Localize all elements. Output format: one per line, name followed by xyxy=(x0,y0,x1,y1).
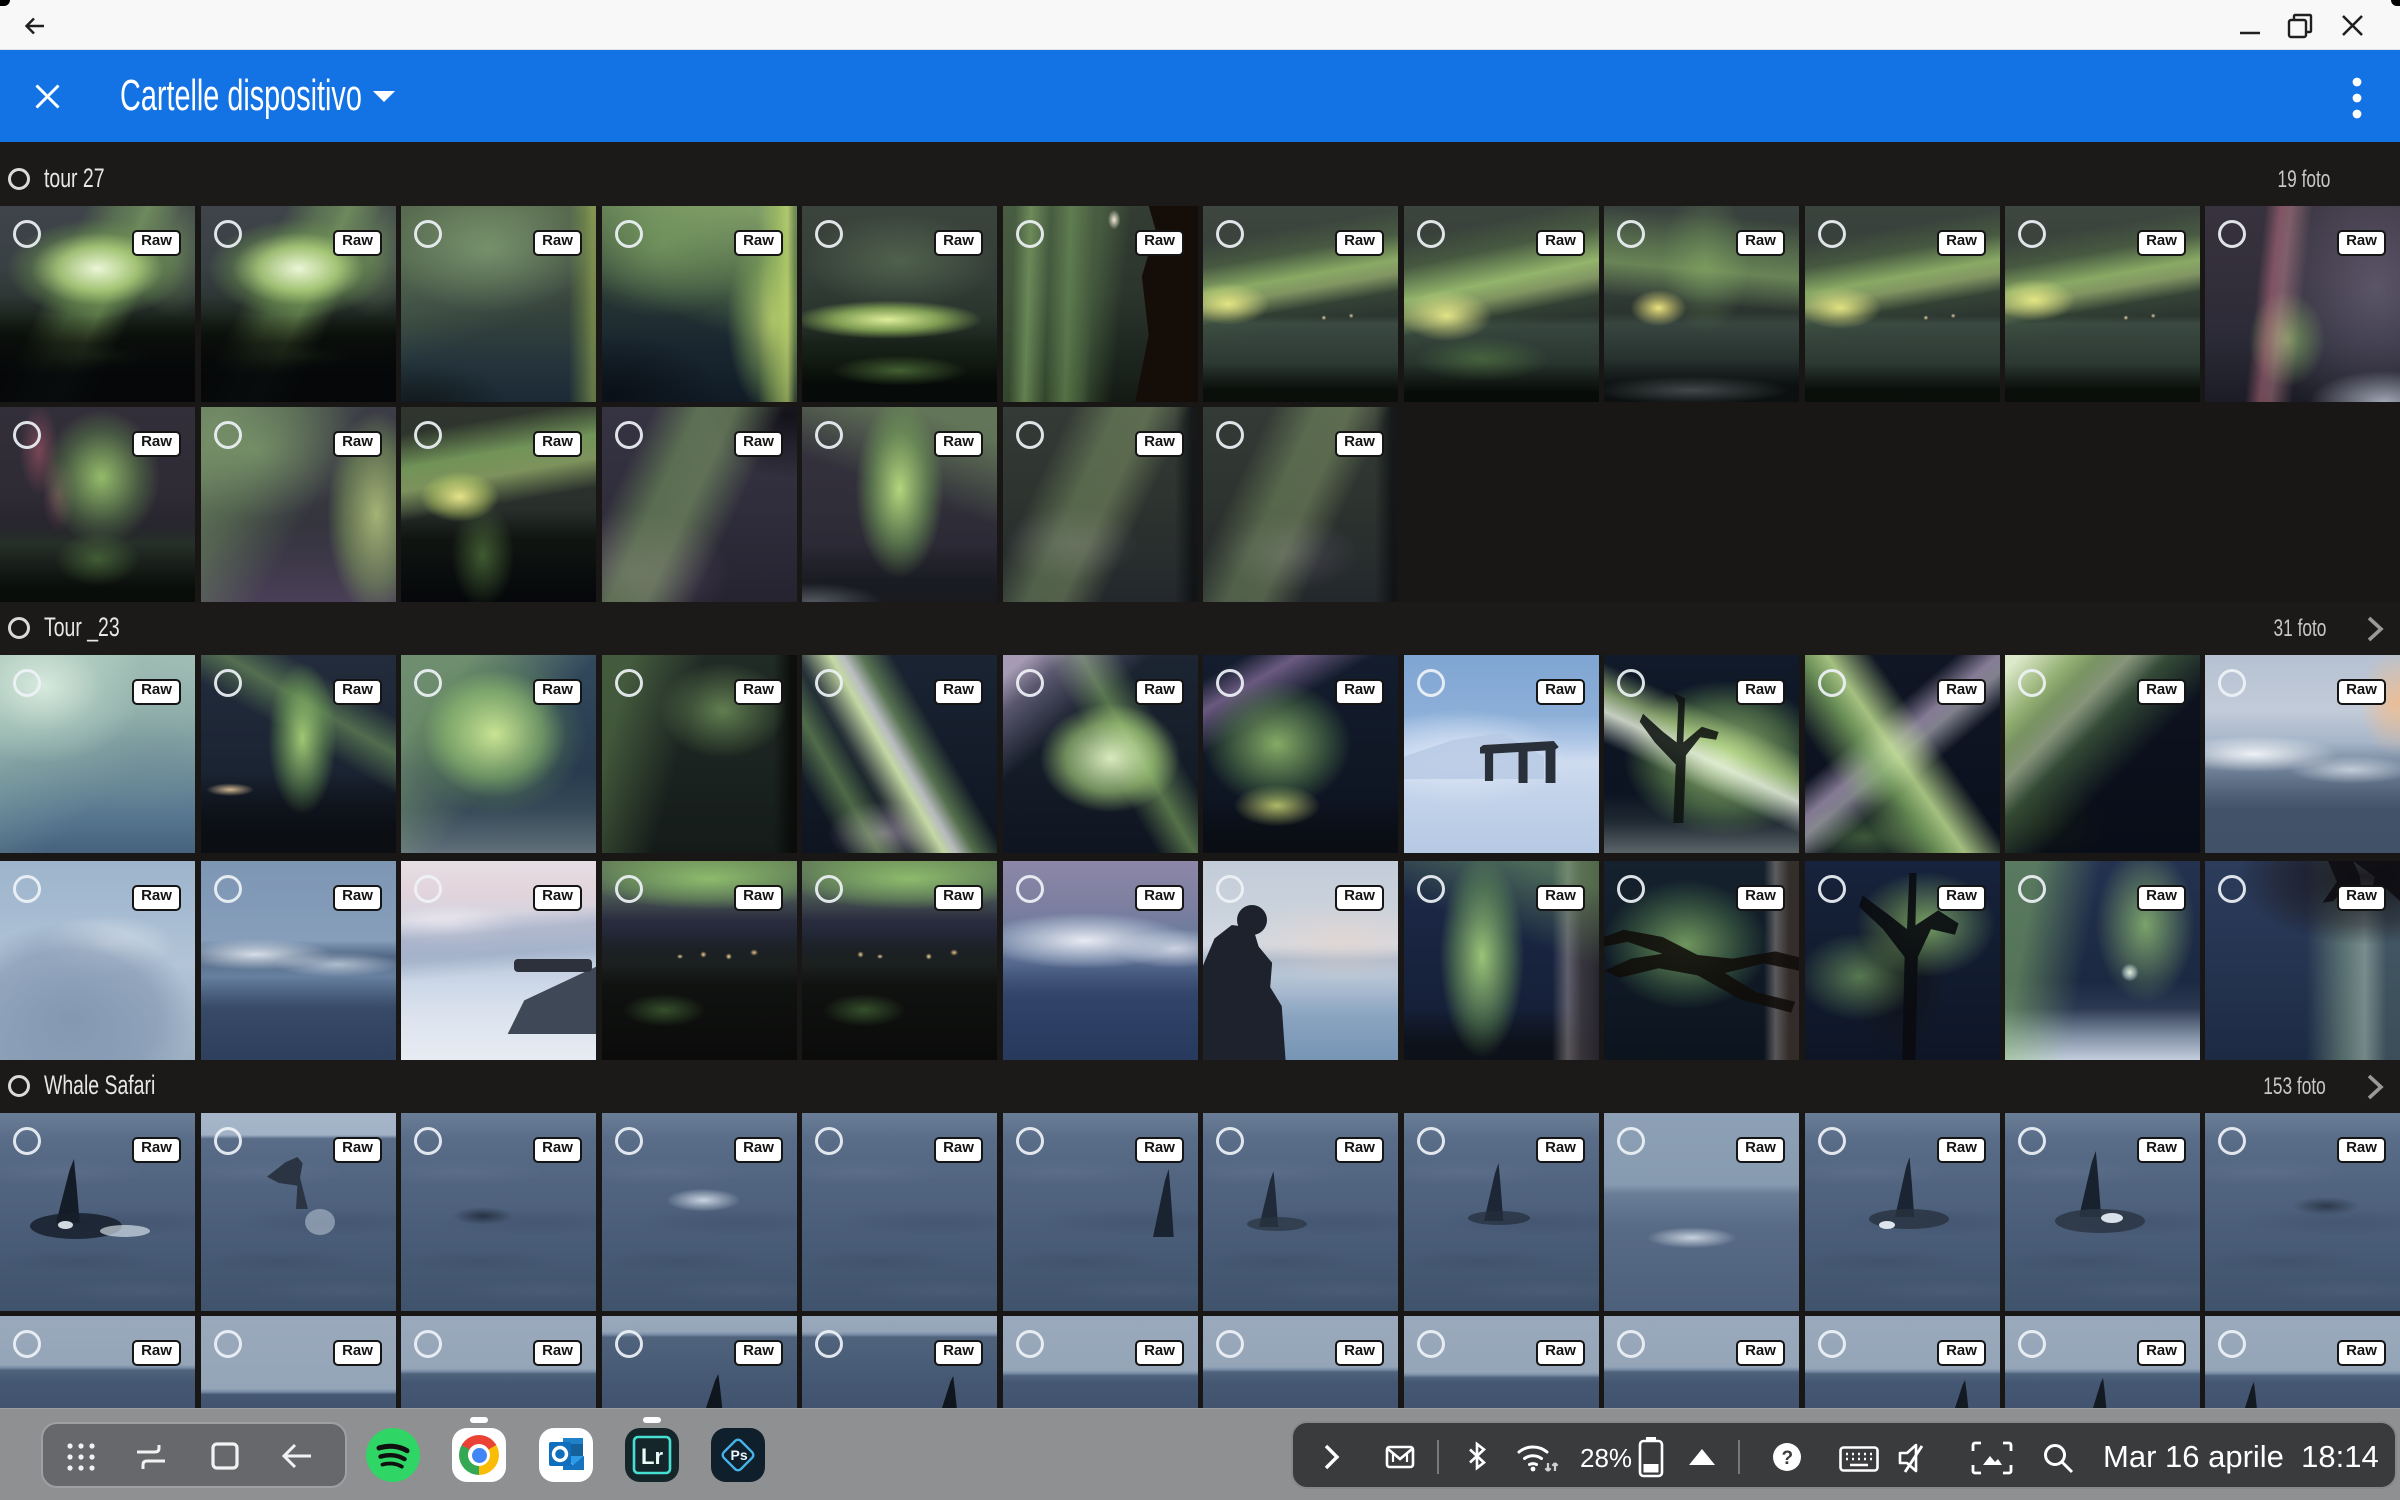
svg-text:?: ? xyxy=(1782,1448,1794,1469)
svg-text:Ps: Ps xyxy=(731,1447,748,1463)
svg-text:Lr: Lr xyxy=(641,1444,663,1469)
